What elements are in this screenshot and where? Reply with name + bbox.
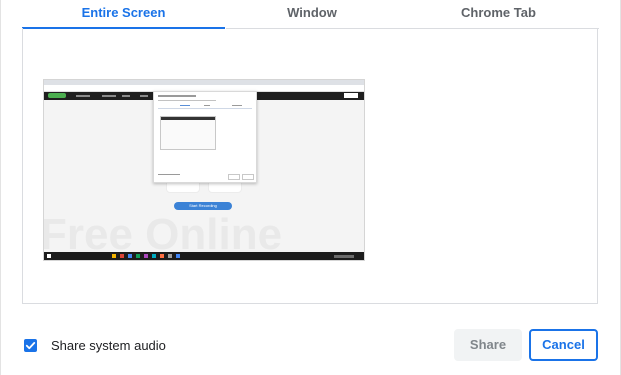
thumb-app-logo <box>48 93 66 98</box>
tab-chrome-tab[interactable]: Chrome Tab <box>399 0 598 29</box>
thumb-taskbar-icon <box>176 254 180 258</box>
thumb-taskbar <box>44 252 364 260</box>
source-tabs: Entire Screen Window Chrome Tab <box>22 0 598 29</box>
screen-thumbnail[interactable]: Free Online Start Recording <box>43 79 365 261</box>
screen-list-panel: Free Online Start Recording <box>22 28 599 304</box>
thumb-taskbar-icon <box>112 254 116 258</box>
thumb-start-recording-button: Start Recording <box>174 202 232 210</box>
share-button[interactable]: Share <box>454 329 522 361</box>
thumb-taskbar-icon <box>160 254 164 258</box>
thumb-modal-cancel-button <box>242 174 254 180</box>
share-audio-label[interactable]: Share system audio <box>51 338 166 354</box>
thumb-modal-subtitle <box>158 100 216 101</box>
thumb-modal-preview <box>160 116 216 150</box>
thumb-taskbar-icon <box>152 254 156 258</box>
thumb-modal-preview-bar <box>161 117 215 120</box>
thumb-taskbar-icon <box>144 254 148 258</box>
thumb-modal-tab <box>180 105 190 106</box>
share-audio-checkbox[interactable] <box>24 339 37 352</box>
thumb-header-button <box>344 93 358 98</box>
tabs-divider <box>226 28 599 29</box>
thumb-taskbar-icon <box>168 254 172 258</box>
share-screen-dialog: Entire Screen Window Chrome Tab Free Onl… <box>0 0 621 375</box>
thumb-nav-item <box>122 95 130 97</box>
thumb-modal-tab <box>232 105 242 106</box>
dialog-left-edge <box>0 0 1 375</box>
thumb-share-modal <box>153 91 257 183</box>
thumb-taskbar-icon <box>120 254 124 258</box>
thumb-modal-checkbox-label <box>158 174 180 175</box>
thumb-tray-clock <box>334 254 354 258</box>
thumb-start-icon <box>47 254 51 258</box>
thumb-nav-item <box>76 95 90 97</box>
thumb-nav-item <box>102 95 116 97</box>
thumb-modal-tab <box>204 105 210 106</box>
tab-entire-screen[interactable]: Entire Screen <box>22 0 225 29</box>
cancel-button[interactable]: Cancel <box>529 329 598 361</box>
tab-window[interactable]: Window <box>225 0 399 29</box>
thumb-taskbar-icon <box>128 254 132 258</box>
thumb-modal-title <box>158 95 196 97</box>
thumb-modal-tabs <box>158 108 252 109</box>
thumb-nav-item <box>140 95 148 97</box>
thumb-modal-share-button <box>228 174 240 180</box>
thumb-taskbar-icon <box>136 254 140 258</box>
checkmark-icon <box>25 342 36 350</box>
